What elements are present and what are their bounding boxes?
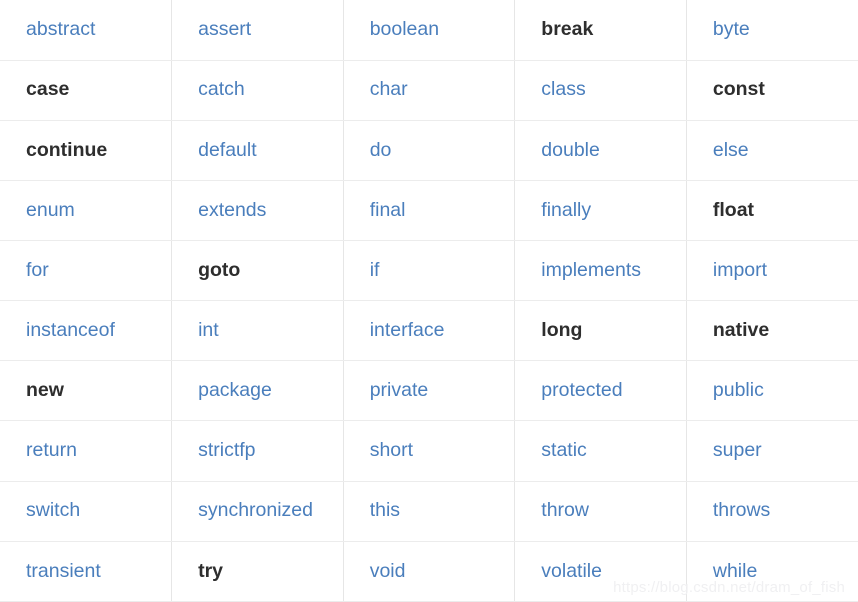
watermark: https://blog.csdn.net/dram_of_fish: [613, 579, 845, 596]
keyword-cell: transient: [0, 541, 173, 602]
keyword-cell: for: [0, 240, 173, 302]
keyword-cell: class: [514, 60, 687, 121]
java-keywords-table-body: abstract assert boolean break byte case catch c…: [0, 0, 858, 602]
keyword-cell: this: [343, 481, 516, 542]
keyword-cell: switch: [0, 481, 173, 542]
keyword-cell: float: [686, 180, 858, 242]
table-row: enum extends final finally float: [0, 180, 858, 242]
keyword-cell: native: [686, 300, 858, 362]
keyword-cell: double: [514, 120, 687, 181]
java-keywords-table: abstract assert boolean break byte case catch c…: [0, 0, 858, 602]
table-row: instanceof int interface long native: [0, 300, 858, 362]
keyword-cell: throws: [686, 481, 858, 542]
keyword-cell: throw: [514, 481, 687, 542]
table-row: continue default do double else: [0, 120, 858, 181]
keyword-cell: extends: [171, 180, 344, 242]
keyword-cell: try: [171, 541, 344, 602]
keyword-cell: catch: [171, 60, 344, 121]
keyword-cell: int: [171, 300, 344, 362]
keyword-cell: goto: [171, 240, 344, 302]
table-row: abstract assert boolean break byte: [0, 0, 858, 61]
keyword-cell: static: [514, 420, 687, 482]
keyword-cell: strictfp: [171, 420, 344, 482]
keyword-cell: enum: [0, 180, 173, 242]
keyword-cell: instanceof: [0, 300, 173, 362]
keyword-cell: assert: [171, 0, 344, 61]
table-row: new package private protected public: [0, 360, 858, 422]
keyword-cell: private: [343, 360, 516, 422]
keyword-cell: implements: [514, 240, 687, 302]
keyword-cell: abstract: [0, 0, 173, 61]
keyword-cell: boolean: [343, 0, 516, 61]
keyword-cell: continue: [0, 120, 173, 181]
keyword-cell: protected: [514, 360, 687, 422]
keyword-cell: import: [686, 240, 858, 302]
keyword-cell: void: [343, 541, 516, 602]
keyword-cell: default: [171, 120, 344, 181]
keyword-cell: finally: [514, 180, 687, 242]
table-row: for goto if implements import: [0, 240, 858, 302]
keyword-cell: if: [343, 240, 516, 302]
keyword-cell: final: [343, 180, 516, 242]
keyword-cell: long: [514, 300, 687, 362]
keyword-cell: do: [343, 120, 516, 181]
keyword-cell: break: [514, 0, 687, 61]
keyword-cell: const: [686, 60, 858, 121]
keyword-cell: else: [686, 120, 858, 181]
table-row: case catch char class const: [0, 60, 858, 121]
keyword-cell: new: [0, 360, 173, 422]
keyword-cell: public: [686, 360, 858, 422]
table-row: return strictfp short static super: [0, 420, 858, 482]
keyword-cell: package: [171, 360, 344, 422]
keyword-cell: short: [343, 420, 516, 482]
keyword-cell: char: [343, 60, 516, 121]
keyword-cell: byte: [686, 0, 858, 61]
table-row: switch synchronized this throw throws: [0, 481, 858, 542]
keyword-cell: super: [686, 420, 858, 482]
keyword-cell: case: [0, 60, 173, 121]
keyword-cell: interface: [343, 300, 516, 362]
keyword-cell: synchronized: [171, 481, 344, 542]
keyword-cell: return: [0, 420, 173, 482]
